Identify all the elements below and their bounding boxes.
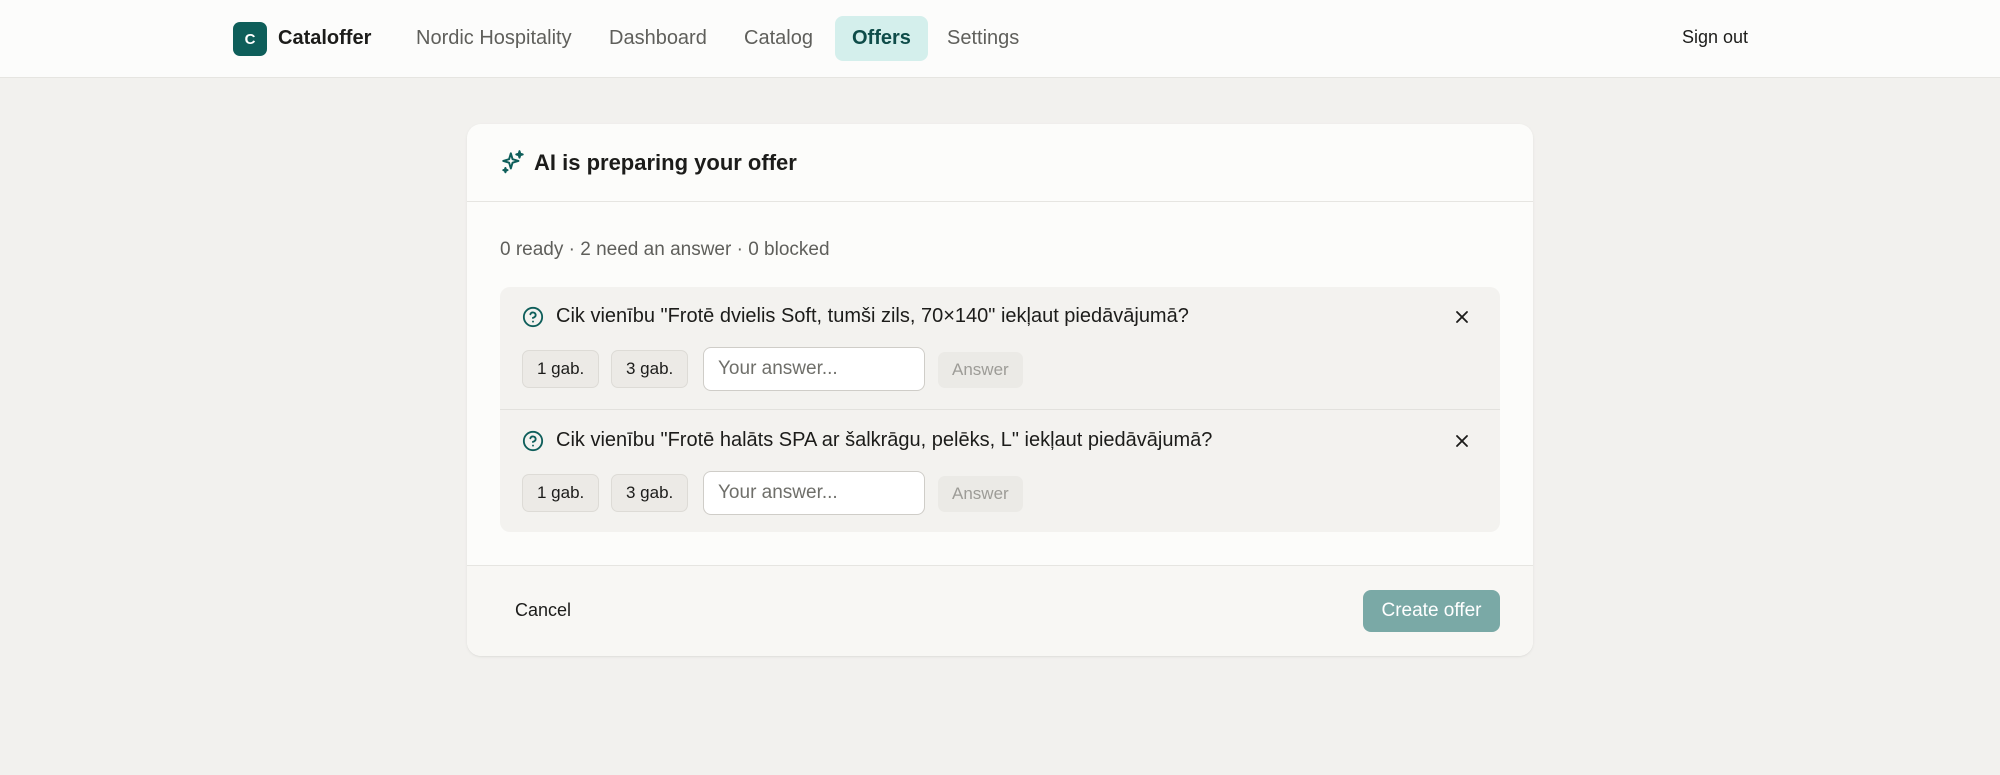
nav-item-catalog[interactable]: Catalog: [727, 16, 830, 61]
top-navigation-bar: C Cataloffer Nordic Hospitality Dashboar…: [0, 0, 2000, 78]
option-chip-1-gab[interactable]: 1 gab.: [522, 474, 600, 512]
logo[interactable]: C: [233, 22, 267, 56]
nav-item-offers[interactable]: Offers: [835, 16, 928, 61]
sparkles-icon: [502, 150, 524, 174]
question-text: Cik vienību "Frotē halāts SPA ar šalkrāg…: [556, 429, 1213, 451]
nav-item-nordic-hospitality[interactable]: Nordic Hospitality: [399, 16, 589, 61]
create-offer-button[interactable]: Create offer: [1363, 590, 1500, 632]
option-chip-3-gab[interactable]: 3 gab.: [611, 350, 689, 388]
question-item: Cik vienību "Frotē dvielis Soft, tumši z…: [500, 287, 1500, 410]
brand-name[interactable]: Cataloffer: [278, 27, 371, 50]
nav-item-dashboard[interactable]: Dashboard: [592, 16, 724, 61]
option-chip-3-gab[interactable]: 3 gab.: [611, 474, 689, 512]
question-circle-icon: [522, 430, 544, 452]
question-circle-icon: [522, 306, 544, 328]
question-item: Cik vienību "Frotē halāts SPA ar šalkrāg…: [500, 409, 1500, 532]
dialog-title: AI is preparing your offer: [534, 150, 797, 175]
dialog-header: AI is preparing your offer: [467, 124, 1533, 202]
close-icon[interactable]: [1452, 431, 1472, 451]
answer-button[interactable]: Answer: [938, 352, 1023, 388]
sign-out-link[interactable]: Sign out: [1682, 27, 1748, 48]
dialog-footer: Cancel Create offer: [467, 565, 1533, 656]
answer-input[interactable]: [703, 471, 925, 515]
question-text: Cik vienību "Frotē dvielis Soft, tumši z…: [556, 305, 1189, 327]
option-chip-1-gab[interactable]: 1 gab.: [522, 350, 600, 388]
answer-button[interactable]: Answer: [938, 476, 1023, 512]
answer-input[interactable]: [703, 347, 925, 391]
close-icon[interactable]: [1452, 307, 1472, 327]
offer-preparation-dialog: AI is preparing your offer 0 ready · 2 n…: [467, 124, 1533, 656]
question-list: Cik vienību "Frotē dvielis Soft, tumši z…: [500, 287, 1500, 532]
cancel-button[interactable]: Cancel: [515, 600, 571, 621]
status-summary: 0 ready · 2 need an answer · 0 blocked: [500, 239, 830, 260]
nav-item-settings[interactable]: Settings: [930, 16, 1036, 61]
